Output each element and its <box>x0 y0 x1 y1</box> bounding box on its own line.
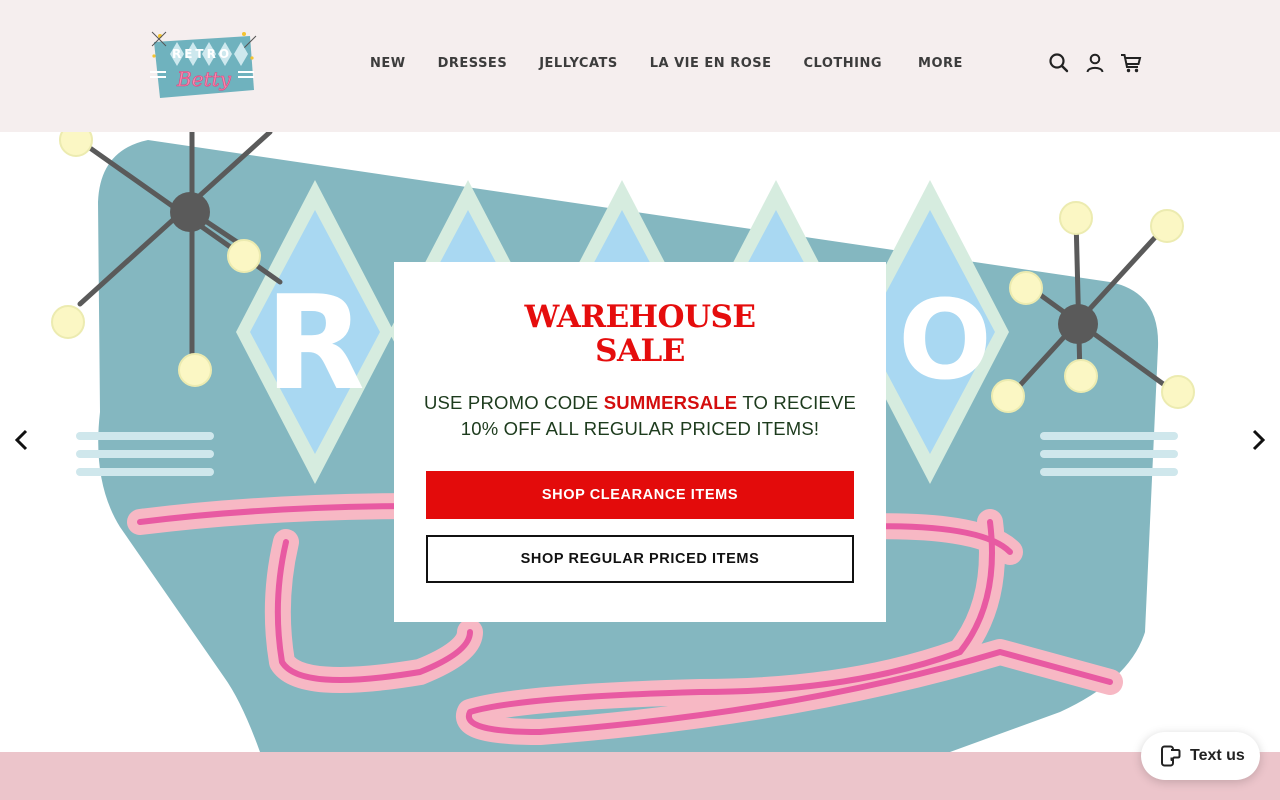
nav-item-jellycats[interactable]: JELLYCATS <box>539 56 618 72</box>
text-us-chat-button[interactable]: Text us <box>1141 732 1260 780</box>
account-icon[interactable] <box>1084 52 1106 74</box>
nav-item-more[interactable]: MORE <box>918 56 963 72</box>
search-icon[interactable] <box>1048 52 1070 74</box>
cart-icon[interactable] <box>1120 52 1142 74</box>
bottom-band <box>0 752 1280 800</box>
popup-message-suffix: TO RECIEVE <box>737 392 857 413</box>
nav-item-new[interactable]: NEW <box>370 56 406 72</box>
popup-message-prefix: USE PROMO CODE <box>423 392 604 413</box>
header-actions <box>1048 52 1142 74</box>
popup-title-line2: SALE <box>595 333 685 369</box>
chevron-right-icon[interactable] <box>1246 428 1270 452</box>
nav-item-dresses[interactable]: DRESSES <box>438 56 508 72</box>
phone-chat-icon <box>1159 745 1181 767</box>
logo-wordmark-betty: Betty <box>176 67 232 91</box>
promo-code: SUMMERSALE <box>603 392 738 413</box>
main-nav: NEW DRESSES JELLYCATS LA VIE EN ROSE CLO… <box>370 56 995 72</box>
retro-betty-logo[interactable]: RETRO Betty <box>146 28 258 102</box>
popup-title: WAREHOUSE SALE <box>394 300 886 368</box>
shop-clearance-button[interactable]: SHOP CLEARANCE ITEMS <box>426 471 854 519</box>
nav-item-clothing[interactable]: CLOTHING <box>804 56 883 72</box>
shop-regular-button[interactable]: SHOP REGULAR PRICED ITEMS <box>426 535 854 583</box>
logo-wordmark-retro: RETRO <box>172 47 232 61</box>
sign-letter-r: R <box>265 267 365 419</box>
popup-title-line1: WAREHOUSE <box>524 299 756 335</box>
sign-letter-o: O <box>898 276 992 404</box>
popup-message: USE PROMO CODE SUMMERSALE TO RECIEVE 10%… <box>394 390 886 442</box>
nav-item-la-vie-en-rose[interactable]: LA VIE EN ROSE <box>650 56 772 72</box>
text-us-label: Text us <box>1190 747 1245 764</box>
warehouse-sale-popup: WAREHOUSE SALE USE PROMO CODE SUMMERSALE… <box>394 262 886 622</box>
popup-message-line2: 10% OFF ALL REGULAR PRICED ITEMS! <box>460 418 820 439</box>
chevron-left-icon[interactable] <box>10 428 34 452</box>
site-header: RETRO Betty NEW DRESSES JELLYCATS LA VIE… <box>0 0 1280 132</box>
